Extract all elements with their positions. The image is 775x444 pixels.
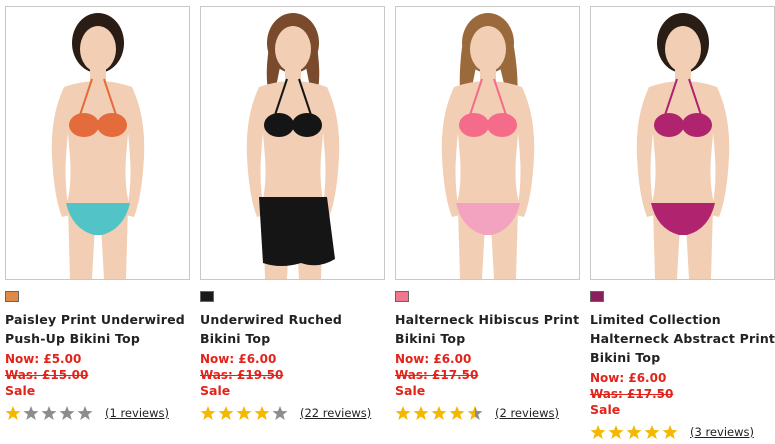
reviews-link[interactable]: (22 reviews)	[300, 406, 371, 420]
product-title[interactable]: Underwired Ruched Bikini Top	[200, 310, 386, 348]
product-image[interactable]	[395, 6, 580, 280]
star-rating: (22 reviews)	[200, 404, 371, 422]
star-icon	[5, 405, 21, 421]
price-block: Now: £6.00 Was: £17.50 Sale	[395, 351, 581, 399]
sale-label: Sale	[200, 383, 231, 398]
color-swatch[interactable]	[200, 291, 214, 302]
now-price: Now: £6.00	[395, 352, 472, 366]
star-icon	[200, 405, 216, 421]
product-image[interactable]	[200, 6, 385, 280]
reviews-link[interactable]: (3 reviews)	[690, 425, 754, 439]
now-price: Now: £6.00	[590, 371, 667, 385]
was-price: Was: £17.50	[395, 368, 479, 382]
star-icon	[413, 405, 429, 421]
was-price: Was: £19.50	[200, 368, 284, 382]
was-price: Was: £17.50	[590, 387, 674, 401]
price-block: Now: £6.00 Was: £17.50 Sale	[590, 370, 775, 418]
now-price: Now: £5.00	[5, 352, 82, 366]
product-title[interactable]: Paisley Print Underwired Push-Up Bikini …	[5, 310, 191, 348]
star-icon	[590, 424, 606, 440]
product-image[interactable]	[590, 6, 775, 280]
color-swatch[interactable]	[395, 291, 409, 302]
color-swatch[interactable]	[5, 291, 19, 302]
sale-label: Sale	[395, 383, 426, 398]
star-rating: (1 reviews)	[5, 404, 169, 422]
product-grid: Paisley Print Underwired Push-Up Bikini …	[0, 0, 775, 439]
star-icon	[254, 405, 270, 421]
reviews-link[interactable]: (2 reviews)	[495, 406, 559, 420]
star-icon	[662, 424, 678, 440]
star-icon	[626, 424, 642, 440]
star-icon	[41, 405, 57, 421]
star-rating: (2 reviews)	[395, 404, 559, 422]
star-icon	[395, 405, 411, 421]
star-icon	[236, 405, 252, 421]
price-block: Now: £5.00 Was: £15.00 Sale	[5, 351, 191, 399]
star-icon	[608, 424, 624, 440]
product-title[interactable]: Halterneck Hibiscus Print Bikini Top	[395, 310, 581, 348]
star-icon	[644, 424, 660, 440]
sale-label: Sale	[590, 402, 621, 417]
was-price: Was: £15.00	[5, 368, 89, 382]
star-icon	[431, 405, 447, 421]
reviews-link[interactable]: (1 reviews)	[105, 406, 169, 420]
color-swatch[interactable]	[590, 291, 604, 302]
star-icon	[218, 405, 234, 421]
product-image[interactable]	[5, 6, 190, 280]
now-price: Now: £6.00	[200, 352, 277, 366]
star-icon	[449, 405, 465, 421]
star-icon	[77, 405, 93, 421]
star-icon	[23, 405, 39, 421]
star-icon	[272, 405, 288, 421]
sale-label: Sale	[5, 383, 36, 398]
star-rating: (3 reviews)	[590, 423, 754, 441]
product-title[interactable]: Limited Collection Halterneck Abstract P…	[590, 310, 775, 367]
price-block: Now: £6.00 Was: £19.50 Sale	[200, 351, 386, 399]
star-icon	[467, 405, 483, 421]
star-icon	[59, 405, 75, 421]
